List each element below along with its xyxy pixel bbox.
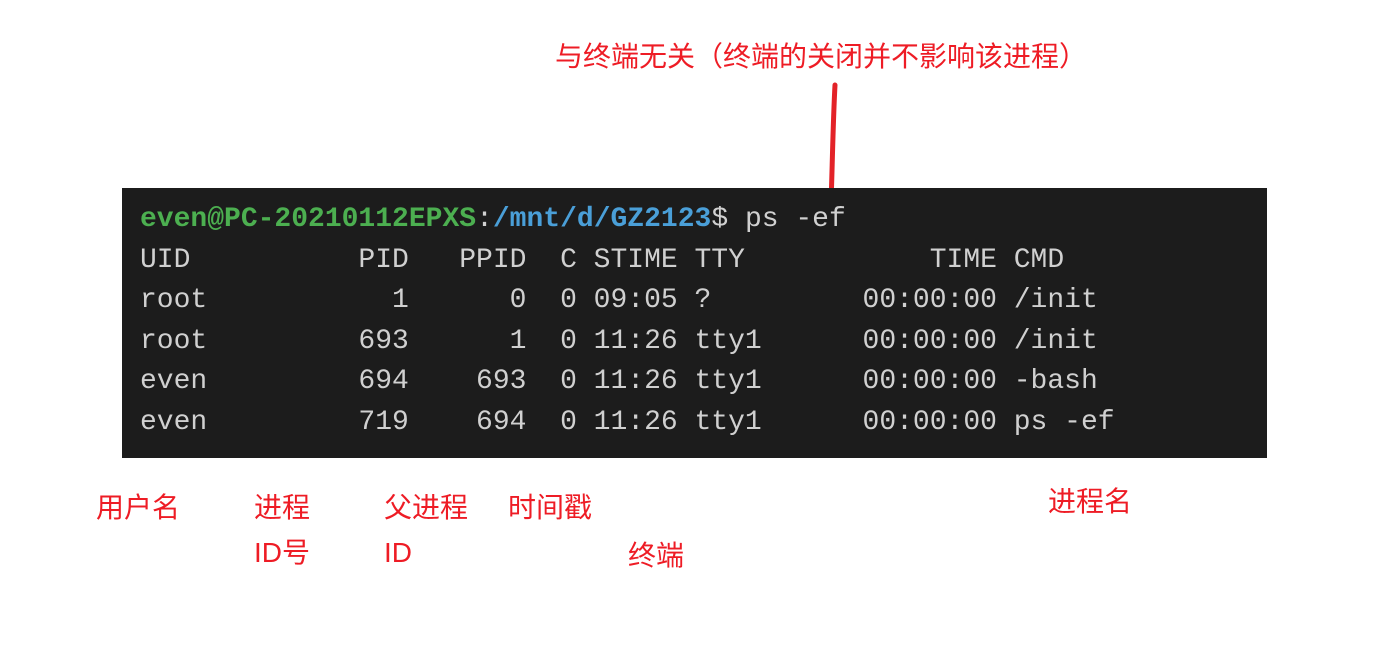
label-ppid: 父进程 ID <box>384 486 468 576</box>
ps-output: UID PID PPID C STIME TTY TIME CMD root 1… <box>140 241 1249 444</box>
prompt-colon: : <box>476 204 493 235</box>
prompt-path: /mnt/d/GZ2123 <box>493 204 711 235</box>
label-ppid-line2: ID <box>384 531 468 576</box>
label-ppid-line1: 父进程 <box>384 486 468 531</box>
prompt-user-host: even@PC-20210112EPXS <box>140 204 476 235</box>
label-tty: 终端 <box>628 534 684 579</box>
label-pid: 进程 ID号 <box>254 486 310 576</box>
label-cmd: 进程名 <box>1048 480 1132 525</box>
annotation-top: 与终端无关（终端的关闭并不影响该进程） <box>555 35 1087 75</box>
prompt-symbol: $ <box>711 204 728 235</box>
label-pid-line1: 进程 <box>254 486 310 531</box>
prompt-line: even@PC-20210112EPXS:/mnt/d/GZ2123$ ps -… <box>140 200 1249 241</box>
label-stime: 时间戳 <box>508 486 592 531</box>
label-user: 用户名 <box>96 486 180 531</box>
label-pid-line2: ID号 <box>254 531 310 576</box>
terminal-window[interactable]: even@PC-20210112EPXS:/mnt/d/GZ2123$ ps -… <box>122 188 1267 458</box>
prompt-command: ps -ef <box>745 204 846 235</box>
